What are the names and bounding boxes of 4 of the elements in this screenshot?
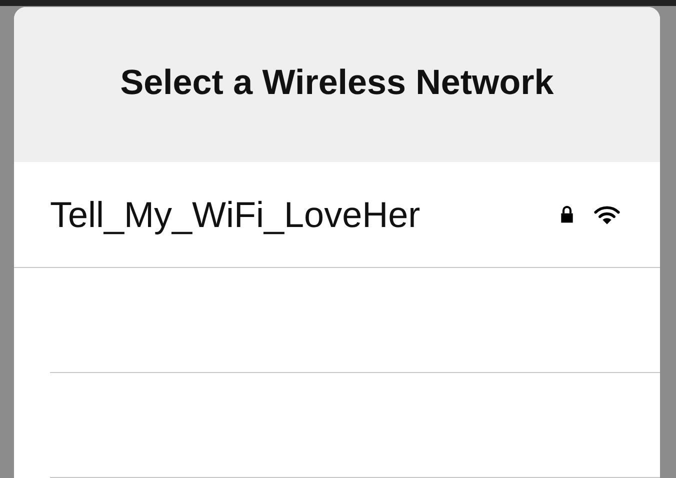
popover-title: Select a Wireless Network	[120, 62, 554, 102]
network-row[interactable]: Tell_My_WiFi_LoveHer	[14, 162, 660, 268]
network-name: Tell_My_WiFi_LoveHer	[50, 194, 422, 236]
wifi-icon	[594, 204, 620, 224]
